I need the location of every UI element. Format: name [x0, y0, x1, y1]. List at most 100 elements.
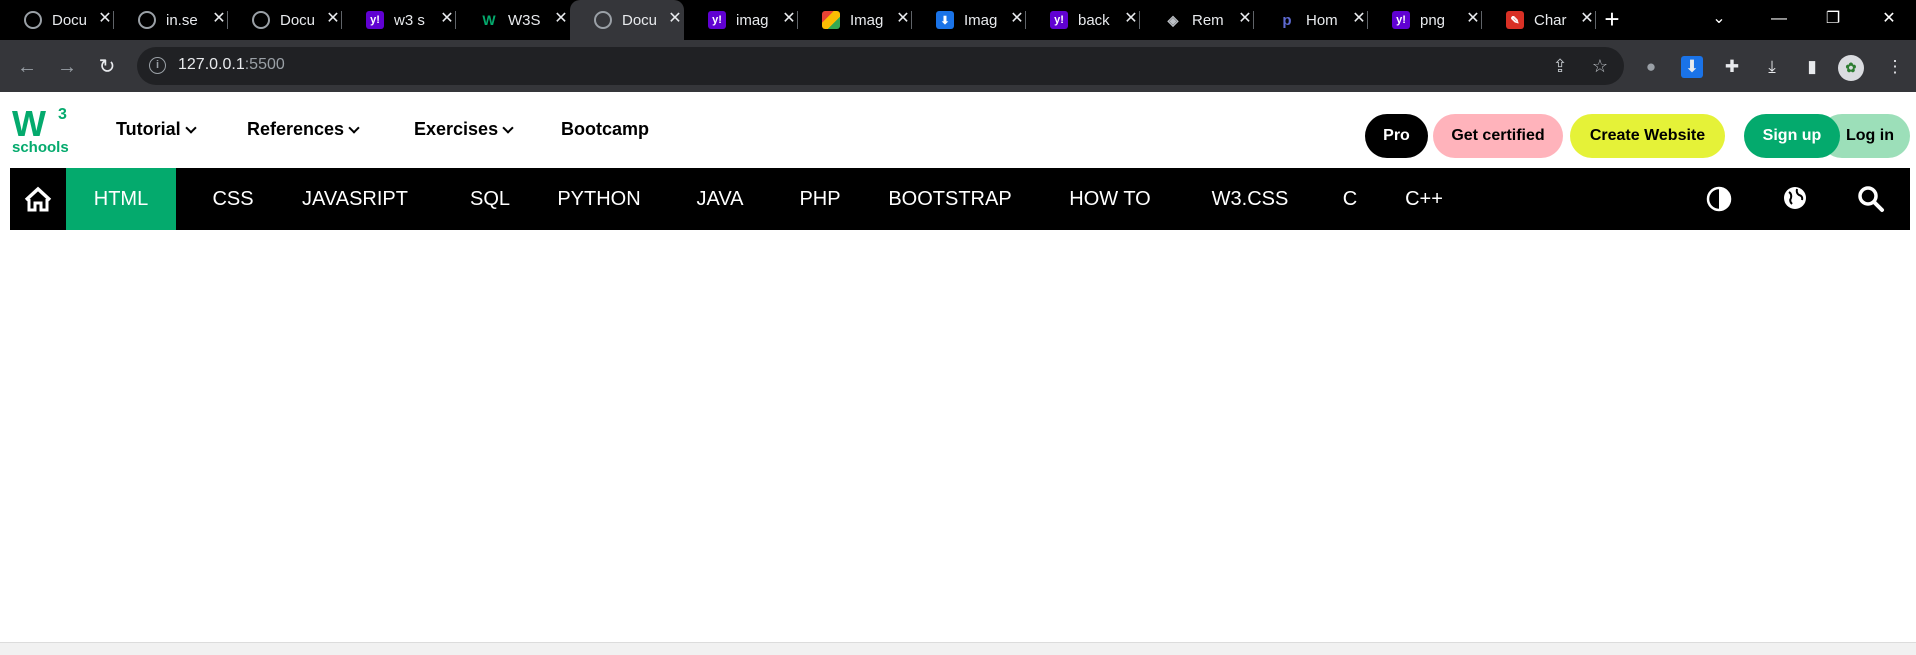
back-button[interactable]: ← — [14, 54, 40, 80]
browser-tab[interactable]: ◈ Rem ✕ — [1140, 0, 1254, 40]
menu-label: Exercises — [414, 119, 499, 139]
tab-close-icon[interactable]: ✕ — [780, 10, 798, 28]
download-icon: ⬇ — [936, 11, 954, 29]
topics-navbar: HTML CSS JAVASRIPT SQL PYTHON JAVA PHP B… — [10, 168, 1910, 230]
browser-menu-icon[interactable]: ⋮ — [1884, 56, 1906, 78]
tab-title: Docu — [622, 11, 658, 29]
reload-button[interactable]: ↻ — [94, 54, 120, 80]
extensions-puzzle-icon[interactable]: ✚ — [1721, 56, 1743, 78]
logo-superscript: 3 — [58, 106, 67, 123]
tab-close-icon[interactable]: ✕ — [438, 10, 456, 28]
home-button[interactable] — [10, 168, 66, 230]
tab-close-icon[interactable]: ✕ — [1350, 10, 1368, 28]
browser-tab[interactable]: Imag ✕ — [798, 0, 912, 40]
nav-css[interactable]: CSS — [188, 168, 278, 230]
menu-bootcamp[interactable]: Bootcamp — [561, 119, 649, 140]
tab-close-icon[interactable]: ✕ — [666, 10, 684, 28]
side-panel-icon[interactable]: ▮ — [1801, 56, 1823, 78]
tab-title: back — [1078, 11, 1110, 29]
browser-tab[interactable]: y! imag ✕ — [684, 0, 798, 40]
tab-close-icon[interactable]: ✕ — [96, 10, 114, 28]
downloads-icon[interactable]: ⤓ — [1761, 56, 1783, 78]
contrast-toggle-icon[interactable] — [1704, 184, 1734, 214]
home-icon: p — [1282, 11, 1292, 29]
tab-title: W3S — [508, 11, 541, 29]
tab-title: w3 s — [394, 11, 425, 29]
share-icon[interactable]: ⇪ — [1550, 56, 1570, 76]
tab-search-chevron-icon[interactable]: ⌄ — [1696, 0, 1742, 40]
new-tab-button[interactable]: + — [1598, 6, 1626, 34]
page-content: W 3 schools Tutorial References Exercise… — [0, 92, 1916, 642]
w3schools-icon: W — [482, 12, 496, 28]
tab-close-icon[interactable]: ✕ — [210, 10, 228, 28]
search-icon[interactable] — [1856, 184, 1886, 214]
nav-java[interactable]: JAVA — [680, 168, 760, 230]
tab-close-icon[interactable]: ✕ — [1578, 10, 1596, 28]
tab-title: Imag — [964, 11, 998, 29]
url-port: :5500 — [244, 56, 285, 73]
forward-button[interactable]: → — [54, 54, 80, 80]
get-certified-button[interactable]: Get certified — [1433, 114, 1563, 158]
nav-python[interactable]: PYTHON — [544, 168, 654, 230]
tab-title: Rem — [1192, 11, 1224, 29]
globe-icon — [594, 11, 612, 29]
tab-title: Docu — [280, 11, 316, 29]
menu-tutorial[interactable]: Tutorial — [116, 119, 197, 140]
site-info-icon[interactable]: i — [149, 57, 166, 74]
chevron-down-icon — [185, 121, 197, 134]
nav-sql[interactable]: SQL — [450, 168, 530, 230]
browser-tab-active[interactable]: Docu ✕ — [570, 0, 684, 40]
browser-tab[interactable]: ✎ Char ✕ — [1482, 0, 1596, 40]
create-website-button[interactable]: Create Website — [1570, 114, 1725, 158]
profile-avatar[interactable]: ✿ — [1838, 55, 1864, 81]
nav-w3css[interactable]: W3.CSS — [1200, 168, 1300, 230]
browser-tab[interactable]: ⬇ Imag ✕ — [912, 0, 1026, 40]
tab-close-icon[interactable]: ✕ — [1464, 10, 1482, 28]
browser-tab[interactable]: p Hom ✕ — [1254, 0, 1368, 40]
pro-button[interactable]: Pro — [1365, 114, 1428, 158]
yahoo-icon: y! — [1050, 11, 1068, 29]
browser-tab[interactable]: W W3S ✕ — [456, 0, 570, 40]
tab-close-icon[interactable]: ✕ — [894, 10, 912, 28]
tool-icon: ✎ — [1506, 11, 1524, 29]
nav-c[interactable]: C — [1330, 168, 1370, 230]
downloader-extension-icon[interactable]: ⬇ — [1681, 56, 1703, 78]
tab-close-icon[interactable]: ✕ — [1122, 10, 1140, 28]
bookmark-star-icon[interactable]: ☆ — [1590, 56, 1610, 76]
nav-how-to[interactable]: HOW TO — [1060, 168, 1160, 230]
address-bar[interactable]: i 127.0.0.1:5500 ⇪ ☆ — [137, 47, 1624, 85]
nav-bootstrap[interactable]: BOOTSTRAP — [880, 168, 1020, 230]
nav-cpp[interactable]: C++ — [1394, 168, 1454, 230]
tab-close-icon[interactable]: ✕ — [1008, 10, 1026, 28]
tab-close-icon[interactable]: ✕ — [1236, 10, 1254, 28]
extension-icon[interactable]: ● — [1640, 56, 1662, 78]
close-window-button[interactable]: ✕ — [1866, 0, 1912, 40]
browser-tab-strip: Docu ✕ in.se ✕ Docu ✕ y! w3 s ✕ W W3S ✕ Docu ✕ y… — [0, 0, 1916, 40]
browser-tab[interactable]: y! png ✕ — [1368, 0, 1482, 40]
browser-tab[interactable]: y! back ✕ — [1026, 0, 1140, 40]
nav-javascript[interactable]: JAVASRIPT — [290, 168, 420, 230]
menu-label: References — [247, 119, 345, 139]
menu-exercises[interactable]: Exercises — [414, 119, 514, 140]
tab-title: Docu — [52, 11, 88, 29]
layers-icon: ◈ — [1167, 11, 1179, 28]
sign-up-button[interactable]: Sign up — [1744, 114, 1840, 158]
globe-icon[interactable] — [1780, 184, 1810, 214]
nav-html[interactable]: HTML — [66, 168, 176, 230]
tab-close-icon[interactable]: ✕ — [552, 10, 570, 28]
minimize-button[interactable]: — — [1756, 0, 1802, 40]
nav-php[interactable]: PHP — [780, 168, 860, 230]
tab-close-icon[interactable]: ✕ — [324, 10, 342, 28]
chevron-down-icon — [502, 121, 514, 134]
browser-tab[interactable]: in.se ✕ — [114, 0, 228, 40]
browser-tab[interactable]: Docu ✕ — [0, 0, 114, 40]
tab-title: Hom — [1306, 11, 1338, 29]
restore-button[interactable]: ❐ — [1810, 0, 1856, 40]
tab-title: in.se — [166, 11, 198, 29]
menu-references[interactable]: References — [247, 119, 360, 140]
menu-label: Bootcamp — [561, 119, 650, 139]
browser-tab[interactable]: Docu ✕ — [228, 0, 342, 40]
browser-tab[interactable]: y! w3 s ✕ — [342, 0, 456, 40]
home-icon — [24, 186, 52, 212]
w3schools-logo[interactable]: W 3 schools — [12, 106, 72, 158]
